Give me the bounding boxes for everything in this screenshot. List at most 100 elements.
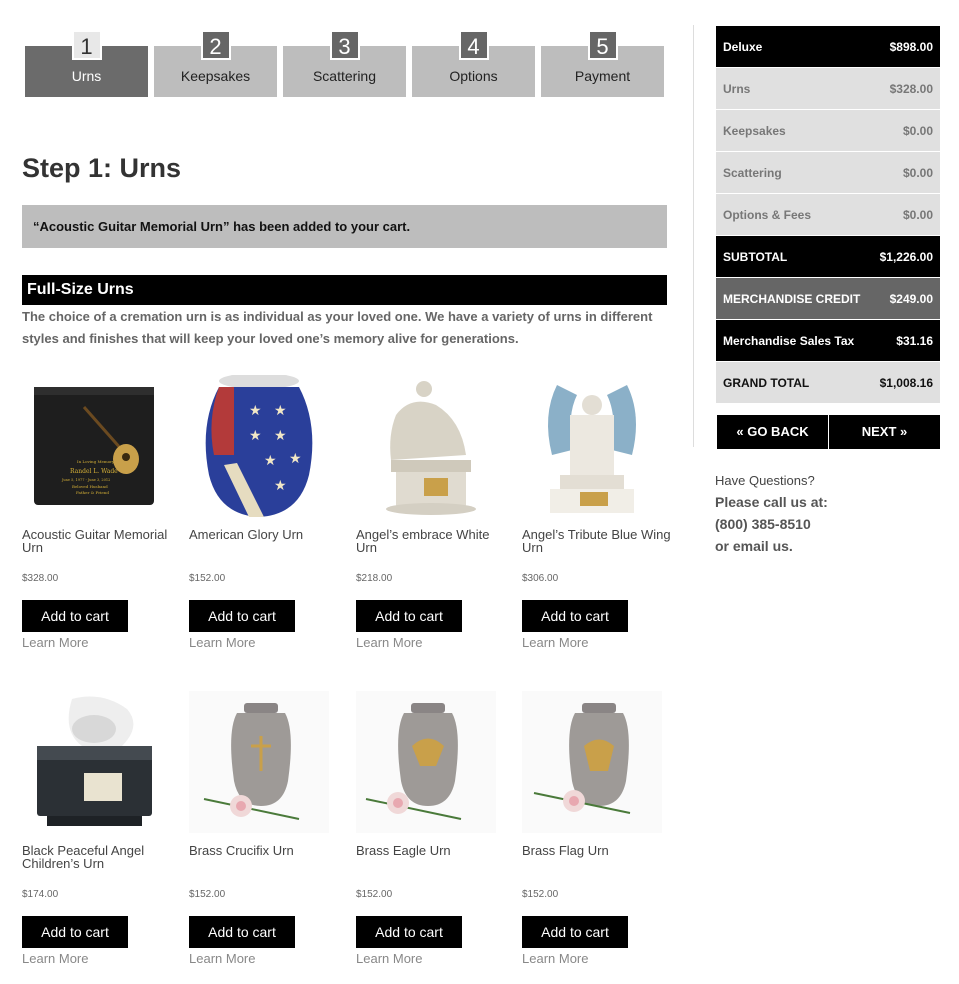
product-image[interactable]	[522, 691, 662, 833]
summary-row-subtotal: SUBTOTAL $1,226.00	[716, 236, 940, 278]
section-intro: The choice of a cremation urn is as indi…	[22, 309, 653, 346]
product-image[interactable]	[189, 691, 329, 833]
add-to-cart-button[interactable]: Add to cart	[522, 600, 628, 632]
product-image[interactable]	[356, 691, 496, 833]
svg-text:★: ★	[289, 450, 302, 466]
step-label: Scattering	[312, 68, 377, 84]
product-image[interactable]: ★ ★ ★ ★ ★ ★ ★	[189, 375, 329, 517]
summary-row-keepsakes: Keepsakes $0.00	[716, 110, 940, 152]
product-price: $152.00	[189, 889, 226, 900]
add-to-cart-button[interactable]: Add to cart	[356, 916, 462, 948]
svg-text:★: ★	[274, 427, 287, 443]
engraving-line-2: Randel L. Wade	[70, 468, 118, 475]
summary-row-package: Deluxe $898.00	[716, 26, 940, 68]
summary-value: $328.00	[889, 81, 933, 96]
learn-more-link[interactable]: Learn More	[356, 951, 422, 966]
product-image[interactable]	[356, 375, 496, 517]
svg-text:★: ★	[274, 477, 287, 493]
summary-label: MERCHANDISE CREDIT	[723, 291, 861, 306]
product-price: $218.00	[356, 573, 393, 584]
sidebar-divider	[693, 25, 694, 447]
step-navigation: « GO BACK NEXT »	[716, 415, 940, 449]
summary-label: GRAND TOTAL	[723, 375, 810, 390]
questions-heading: Have Questions?	[715, 473, 815, 488]
product-name[interactable]: Angel’s embrace White Urn	[356, 528, 506, 554]
learn-more-link[interactable]: Learn More	[356, 635, 422, 650]
product-price: $152.00	[356, 889, 393, 900]
summary-row-options: Options & Fees $0.00	[716, 194, 940, 236]
add-to-cart-button[interactable]: Add to cart	[522, 916, 628, 948]
product-name[interactable]: American Glory Urn	[189, 528, 339, 541]
step-number: 3	[329, 30, 360, 60]
svg-text:★: ★	[274, 402, 287, 418]
product-price: $152.00	[189, 573, 226, 584]
step-4-options[interactable]: 4 Options	[412, 30, 535, 97]
product-image[interactable]: In Loving Memory Randel L. Wade June 5, …	[22, 375, 162, 517]
step-5-payment[interactable]: 5 Payment	[541, 30, 664, 97]
learn-more-link[interactable]: Learn More	[189, 635, 255, 650]
next-button[interactable]: NEXT »	[829, 415, 940, 449]
svg-text:★: ★	[249, 402, 262, 418]
add-to-cart-button[interactable]: Add to cart	[22, 600, 128, 632]
learn-more-link[interactable]: Learn More	[22, 635, 88, 650]
product-image[interactable]	[522, 375, 662, 517]
summary-value: $898.00	[889, 39, 933, 54]
summary-row-tax: Merchandise Sales Tax $31.16	[716, 320, 940, 362]
summary-value: $1,008.16	[879, 375, 933, 390]
step-2-keepsakes[interactable]: 2 Keepsakes	[154, 30, 277, 97]
engraving-line-1: In Loving Memory	[77, 459, 115, 464]
product-name[interactable]: Brass Eagle Urn	[356, 844, 506, 857]
summary-row-urns: Urns $328.00	[716, 68, 940, 110]
section-heading: Full-Size Urns	[22, 275, 667, 305]
summary-value: $0.00	[902, 207, 933, 222]
cart-notice: “Acoustic Guitar Memorial Urn” has been …	[22, 205, 667, 248]
engraving-line-3: June 5, 1977 - June 3, 2012	[61, 478, 110, 482]
summary-row-scattering: Scattering $0.00	[716, 152, 940, 194]
learn-more-link[interactable]: Learn More	[522, 951, 588, 966]
step-label: Urns	[71, 68, 102, 84]
learn-more-link[interactable]: Learn More	[22, 951, 88, 966]
product-name[interactable]: Angel’s Tribute Blue Wing Urn	[522, 528, 672, 554]
order-summary: Deluxe $898.00 Urns $328.00 Keepsakes $0…	[716, 26, 940, 404]
summary-value: $0.00	[902, 165, 933, 180]
go-back-button[interactable]: « GO BACK	[717, 415, 828, 449]
product-name[interactable]: Black Peaceful Angel Children’s Urn	[22, 844, 172, 870]
email-link[interactable]: or email us.	[715, 538, 945, 554]
engraving-line-4: Beloved Husband	[72, 484, 108, 489]
product-name[interactable]: Acoustic Guitar Memorial Urn	[22, 528, 172, 554]
product-price: $152.00	[522, 889, 559, 900]
engraving-line-5: Father & Friend	[76, 490, 109, 495]
summary-row-grand-total: GRAND TOTAL $1,008.16	[716, 362, 940, 404]
summary-label: Urns	[723, 81, 751, 96]
summary-label: Merchandise Sales Tax	[723, 333, 855, 348]
step-3-scattering[interactable]: 3 Scattering	[283, 30, 406, 97]
add-to-cart-button[interactable]: Add to cart	[189, 600, 295, 632]
add-to-cart-button[interactable]: Add to cart	[22, 916, 128, 948]
step-progress: 1 Urns 2 Keepsakes 3 Scattering 4 Option…	[25, 30, 665, 98]
step-label: Payment	[574, 68, 631, 84]
summary-value: $249.00	[889, 291, 933, 306]
summary-value: $31.16	[896, 333, 933, 348]
summary-label: Deluxe	[723, 39, 763, 54]
svg-text:★: ★	[264, 452, 277, 468]
product-name[interactable]: Brass Flag Urn	[522, 844, 672, 857]
product-name[interactable]: Brass Crucifix Urn	[189, 844, 339, 857]
add-to-cart-button[interactable]: Add to cart	[356, 600, 462, 632]
learn-more-link[interactable]: Learn More	[522, 635, 588, 650]
learn-more-link[interactable]: Learn More	[189, 951, 255, 966]
product-price: $174.00	[22, 889, 59, 900]
step-label: Options	[449, 68, 498, 84]
step-1-urns[interactable]: 1 Urns	[25, 30, 148, 97]
product-image[interactable]	[22, 691, 162, 833]
product-price: $328.00	[22, 573, 59, 584]
summary-row-credit: MERCHANDISE CREDIT $249.00	[716, 278, 940, 320]
summary-label: Options & Fees	[723, 207, 812, 222]
summary-value: $1,226.00	[879, 249, 933, 264]
step-label: Keepsakes	[180, 68, 251, 84]
contact-info: Have Questions? Please call us at: (800)…	[715, 473, 945, 554]
summary-label: SUBTOTAL	[723, 249, 788, 264]
step-number: 2	[200, 30, 231, 60]
phone-link[interactable]: (800) 385-8510	[715, 516, 945, 532]
summary-label: Keepsakes	[723, 123, 786, 138]
add-to-cart-button[interactable]: Add to cart	[189, 916, 295, 948]
